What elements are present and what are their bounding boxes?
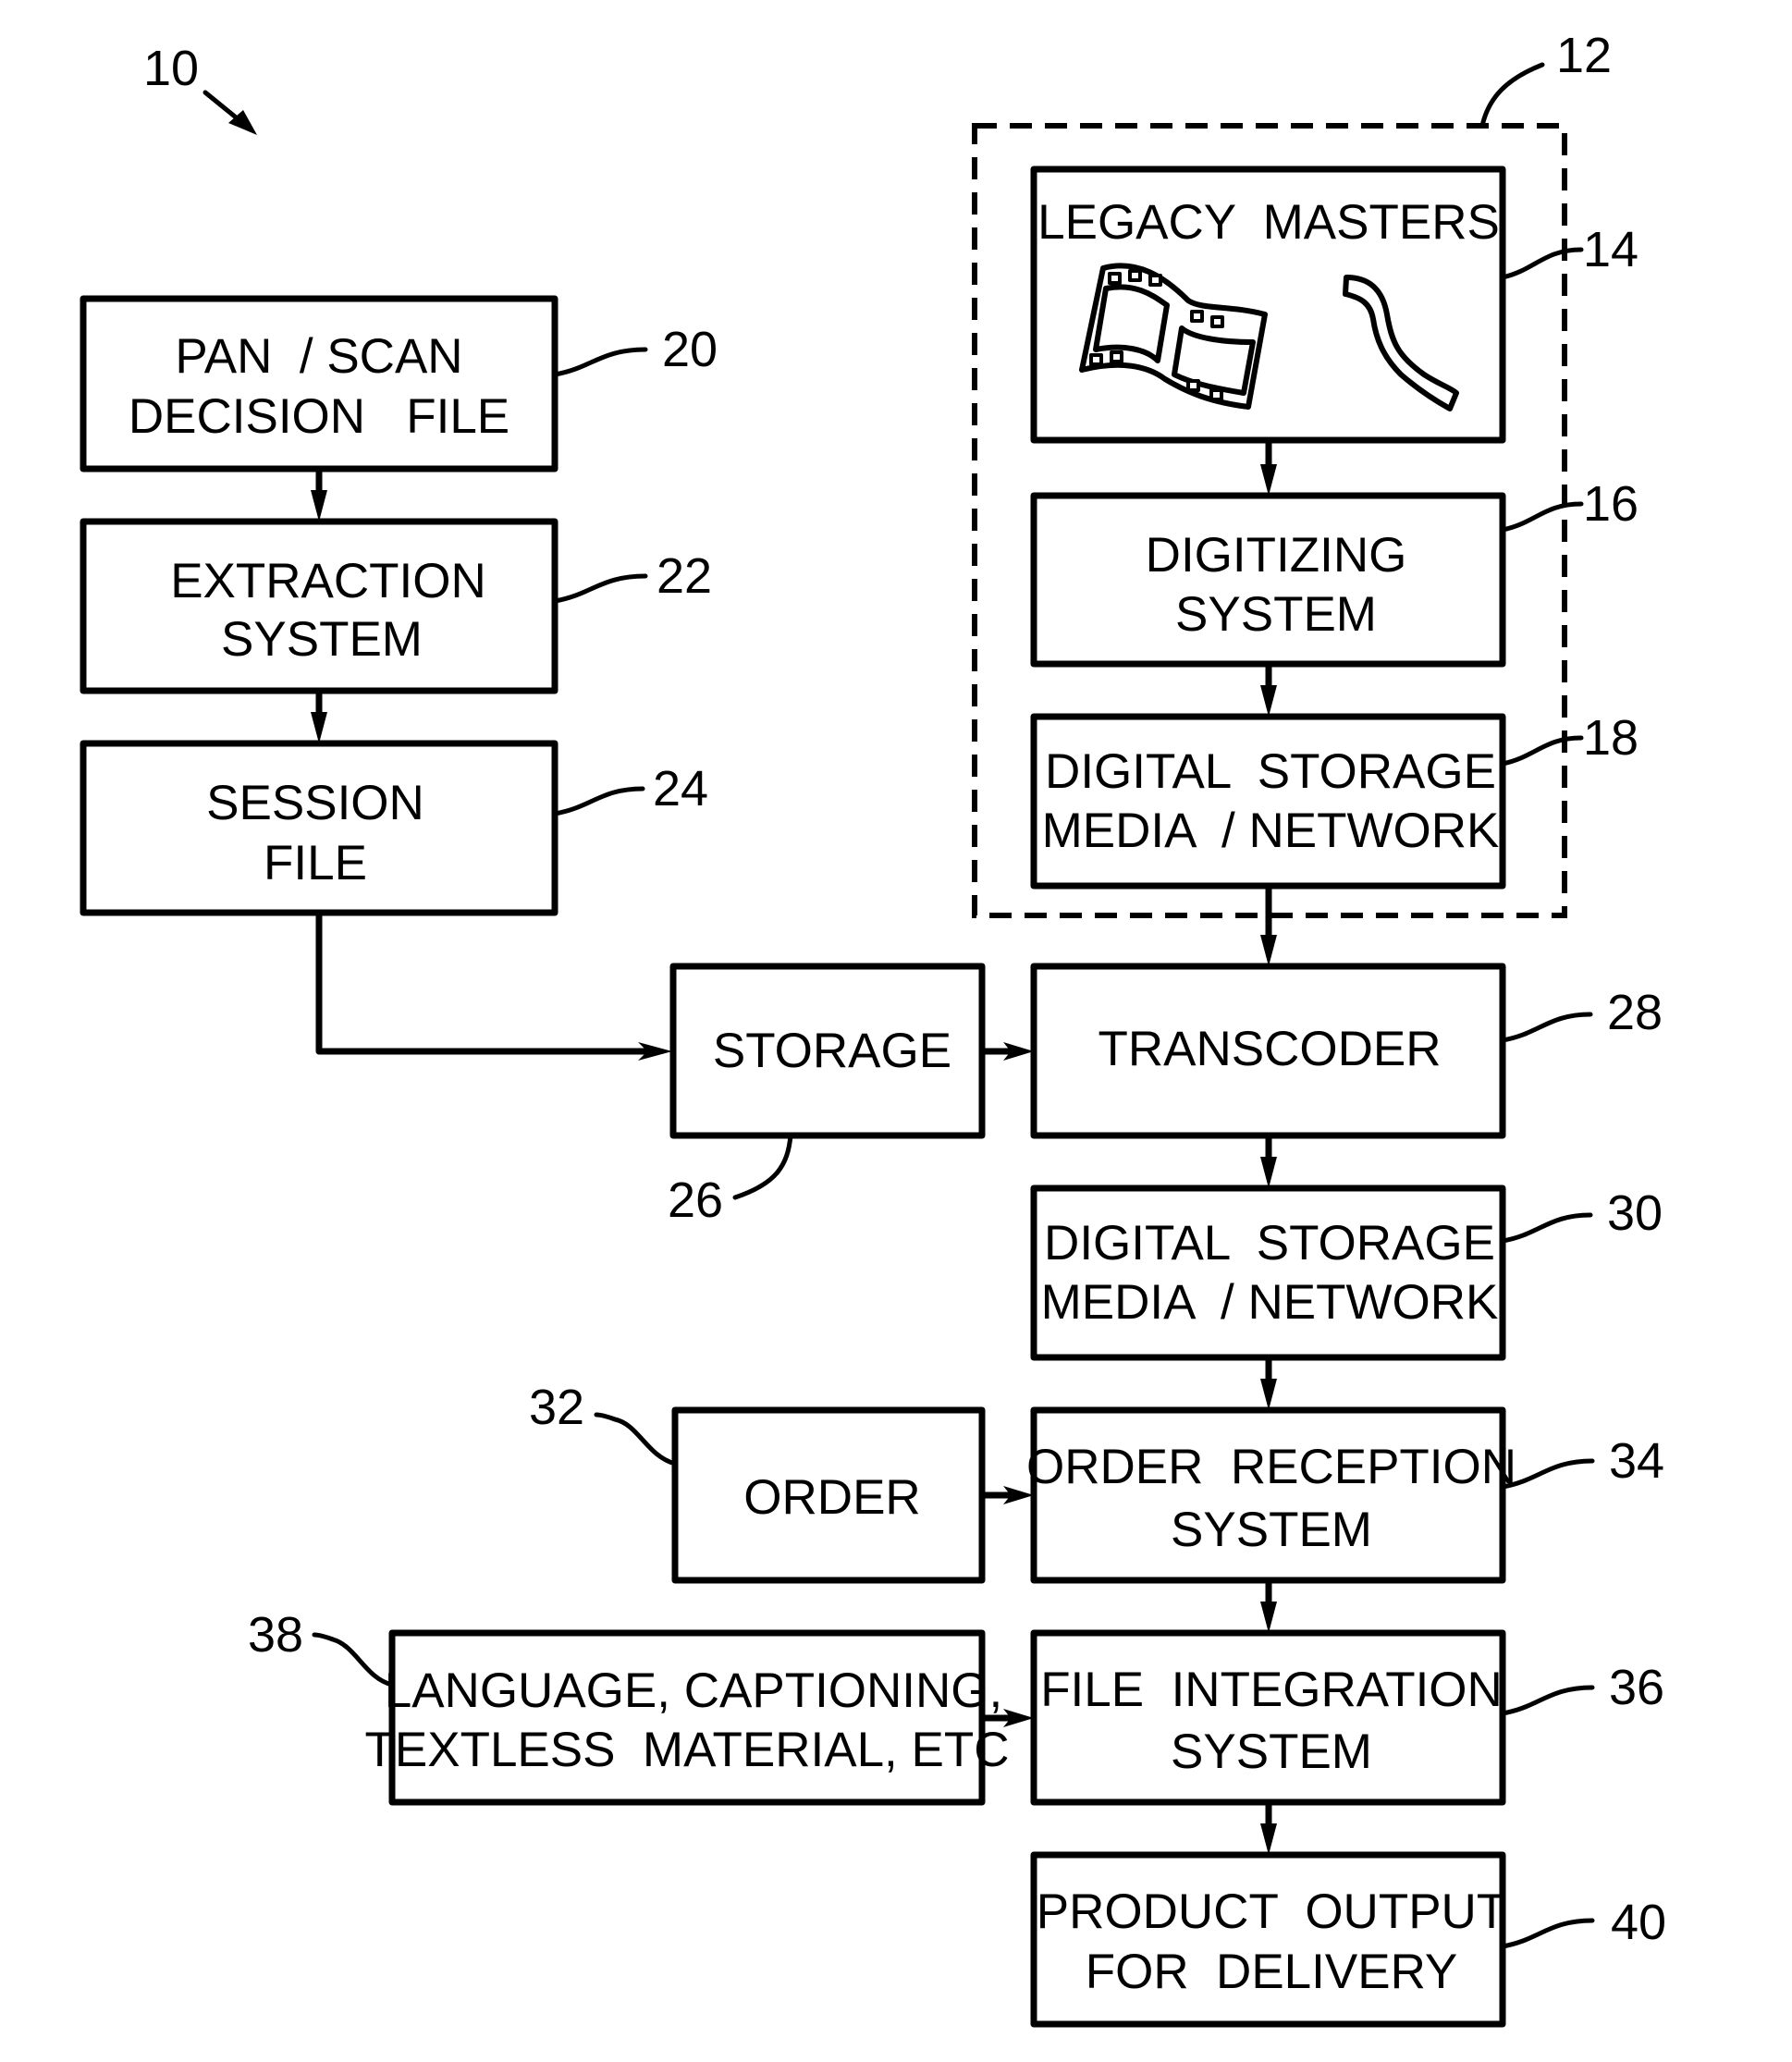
block-box <box>1030 713 1506 890</box>
leader-16 <box>1500 501 1584 533</box>
arrowhead <box>311 712 327 743</box>
ref-label-12: 12 <box>1556 28 1612 83</box>
block-extraction-system[interactable]: EXTRACTION SYSTEM <box>80 518 558 694</box>
arrowhead <box>1260 935 1277 966</box>
figure-reference-10: 10 <box>143 41 257 135</box>
ref-label-28: 28 <box>1607 985 1663 1040</box>
block-label-line-1: SESSION <box>206 776 424 830</box>
block-label-line-2: FOR DELIVERY <box>1086 1945 1458 1999</box>
block-label-line-1: DIGITAL STORAGE <box>1045 744 1496 799</box>
arrowhead <box>1260 464 1277 496</box>
arrowhead <box>1260 1379 1277 1410</box>
leader-26 <box>732 1133 793 1200</box>
arrowhead <box>311 490 327 522</box>
block-language-captioning-textless[interactable]: LANGUAGE, CAPTIONING, TEXTLESS MATERIAL,… <box>365 1629 1010 1806</box>
block-label-line-2: MEDIA / NETWORK <box>1041 1275 1499 1330</box>
leader-38 <box>312 1632 395 1688</box>
block-label-line-1: LANGUAGE, CAPTIONING, <box>385 1663 1003 1718</box>
block-label-line-2: SYSTEM <box>1171 1724 1372 1779</box>
ref-label-14: 14 <box>1583 222 1639 277</box>
ref-label-30: 30 <box>1607 1185 1663 1241</box>
block-label-line-2: TEXTLESS MATERIAL, ETC <box>365 1723 1010 1777</box>
ref-label-34: 34 <box>1609 1433 1664 1489</box>
block-transcoder[interactable]: TRANSCODER <box>1030 963 1506 1139</box>
ref-label-40: 40 <box>1611 1895 1666 1950</box>
ref-label-16: 16 <box>1583 476 1639 532</box>
leader-14 <box>1500 247 1584 280</box>
block-digitizing-system[interactable]: DIGITIZING SYSTEM <box>1030 492 1506 668</box>
block-label-line-2: FILE <box>264 836 367 890</box>
arrow-session-to-storage <box>315 913 655 1055</box>
leader-12 <box>1479 62 1545 129</box>
block-box <box>1030 1184 1506 1361</box>
block-label-line-1: EXTRACTION <box>170 554 486 608</box>
leader-22 <box>552 573 648 604</box>
block-label-line-1: PRODUCT OUTPUT <box>1037 1884 1506 1939</box>
block-storage[interactable]: STORAGE <box>669 963 986 1139</box>
leader-30 <box>1500 1212 1593 1244</box>
block-digital-storage-media-network-30[interactable]: DIGITAL STORAGE MEDIA / NETWORK <box>1030 1184 1506 1361</box>
ref-label-10: 10 <box>143 41 199 96</box>
ref-label-22: 22 <box>657 548 712 604</box>
block-label-line-1: PAN / SCAN <box>175 329 462 384</box>
flow-diagram: 10 12 PAN / SCAN DECISION FILE 20 EXTRAC… <box>80 28 1666 2028</box>
block-session-file[interactable]: SESSION FILE <box>80 740 558 916</box>
ref-label-32: 32 <box>529 1380 584 1435</box>
arrowhead <box>1260 1157 1277 1188</box>
ref-label-36: 36 <box>1609 1660 1664 1715</box>
arrowhead <box>1260 685 1277 717</box>
block-digital-storage-media-network-18[interactable]: DIGITAL STORAGE MEDIA / NETWORK <box>1030 713 1506 890</box>
ref-label-38: 38 <box>248 1607 303 1663</box>
block-label-line-1: LEGACY MASTERS <box>1037 195 1500 250</box>
block-file-integration-system[interactable]: FILE INTEGRATION SYSTEM <box>1030 1629 1506 1806</box>
leader-18 <box>1500 735 1584 767</box>
ref-label-26: 26 <box>668 1172 723 1228</box>
block-label-line-2: SYSTEM <box>1171 1503 1372 1557</box>
block-order-reception-system[interactable]: ORDER RECEPTION SYSTEM <box>1026 1406 1516 1584</box>
block-label-line-1: ORDER <box>743 1470 920 1525</box>
arrowhead <box>1260 1602 1277 1633</box>
block-label-line-2: MEDIA / NETWORK <box>1042 804 1500 858</box>
block-label-line-2: SYSTEM <box>1175 587 1377 642</box>
block-label-line-1: STORAGE <box>713 1024 951 1078</box>
leader-24 <box>552 786 645 816</box>
block-label-line-1: TRANSCODER <box>1098 1022 1441 1076</box>
arrowhead <box>1260 1823 1277 1855</box>
leader-32 <box>594 1412 678 1467</box>
block-label-line-2: SYSTEM <box>221 612 423 667</box>
ref-label-24: 24 <box>653 761 708 816</box>
block-label-line-1: DIGITIZING <box>1146 528 1407 583</box>
ref-label-18: 18 <box>1583 710 1639 766</box>
block-product-output-for-delivery[interactable]: PRODUCT OUTPUT FOR DELIVERY <box>1030 1851 1506 2028</box>
block-pan-scan-decision-file[interactable]: PAN / SCAN DECISION FILE <box>80 295 558 473</box>
block-label-line-1: DIGITAL STORAGE <box>1044 1216 1495 1270</box>
leader-20 <box>552 347 648 377</box>
leader-36 <box>1500 1685 1595 1716</box>
block-order[interactable]: ORDER <box>671 1406 986 1584</box>
ref-label-20: 20 <box>662 322 718 377</box>
block-label-line-1: ORDER RECEPTION <box>1026 1440 1516 1494</box>
leader-40 <box>1500 1918 1595 1949</box>
block-label-line-1: FILE INTEGRATION <box>1040 1663 1503 1717</box>
leader-28 <box>1500 1012 1593 1043</box>
block-label-line-2: DECISION FILE <box>129 389 509 444</box>
block-legacy-masters[interactable]: LEGACY MASTERS <box>1030 166 1506 444</box>
